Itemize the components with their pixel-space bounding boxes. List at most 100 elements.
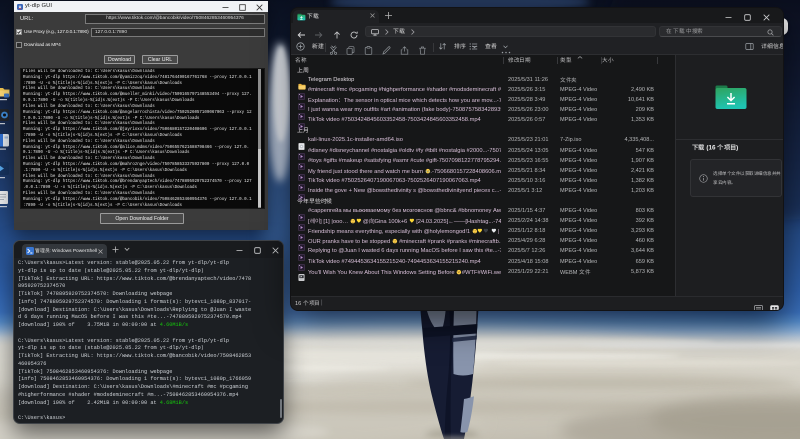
column-size[interactable]: [602, 57, 613, 64]
thumbnail-view-icon[interactable]: [770, 305, 779, 311]
ytdlp-titlebar[interactable]: yt-dlp GUI: [14, 1, 268, 12]
file-size: 5,873 KB: [596, 269, 654, 275]
file-row[interactable]: Telegram Desktop2025/5/31 11:26: [291, 75, 675, 85]
explorer-tab-downloads[interactable]: [293, 10, 379, 24]
file-type: MPEG-4 Video: [560, 107, 600, 113]
file-row[interactable]: kali-linux-2025.1c-installer-amd64.iso20…: [291, 136, 675, 146]
url-input[interactable]: https://www.tiktok.com/@bancobik/video/7…: [85, 14, 265, 24]
column-date[interactable]: [508, 57, 530, 64]
terminal-line: [download] Destination: C:\Users\kasus\D…: [18, 384, 279, 392]
file-size: 460 KB: [596, 238, 654, 244]
maximize-icon[interactable]: [249, 241, 265, 257]
maximize-icon[interactable]: [738, 8, 756, 22]
file-row[interactable]: TikTok video #7502526407190067063-750252…: [291, 176, 675, 186]
desktop-icon[interactable]: [0, 85, 13, 106]
mp4-checkbox[interactable]: [16, 42, 22, 48]
terminal-line: [TikTok] Extracting URL: https://www.tik…: [18, 276, 279, 284]
file-row[interactable]: You'll Wish You Knew About This Windows …: [291, 267, 675, 277]
close-icon[interactable]: [251, 1, 268, 12]
copy-button[interactable]: [346, 42, 355, 52]
desktop-icon[interactable]: [0, 191, 13, 214]
file-date: 2025/5/24 13:05: [508, 148, 557, 154]
proxy-checkbox[interactable]: [16, 29, 22, 35]
terminal-output[interactable]: C:\Users\kasus>Latest version: stable@20…: [18, 260, 279, 421]
view-button-label: [485, 43, 497, 50]
desktop-icon[interactable]: [0, 134, 13, 157]
file-row[interactable]: I just wanna wear my outfits #art #anima…: [291, 105, 675, 115]
file-row[interactable]: Replying to @Juan I wasted 6 days runnin…: [291, 247, 675, 257]
up-icon[interactable]: [331, 26, 342, 37]
terminal-line: [download] Destination: C:\Users\kasus\D…: [18, 307, 279, 315]
desktop-icon[interactable]: [0, 109, 13, 131]
paste-icon: [364, 46, 373, 55]
file-row[interactable]: OUR pranks have to be stopped #minecraft…: [291, 237, 675, 247]
file-size: 1,382 KB: [596, 178, 654, 184]
log-scrollbar[interactable]: [258, 69, 262, 208]
file-row[interactable]: TikTok video #7494453634155215240-749445…: [291, 257, 675, 267]
file-row[interactable]: #toys #gifts #makeup #satisfying #asmr #…: [291, 156, 675, 166]
downloads-folder-icon: [297, 13, 306, 21]
search-box[interactable]: [659, 26, 782, 37]
file-row[interactable]: My friend just stood there and watch me …: [291, 166, 675, 176]
rename-button[interactable]: [382, 42, 391, 52]
file-name: #minecraft #mc #pcgaming #highperformanc…: [308, 87, 501, 93]
minimize-icon[interactable]: [217, 1, 234, 12]
file-row[interactable]: Inside the gove + New @bowsthedivinity s…: [291, 186, 675, 196]
file-name: I just wanna wear my outfits #art #anima…: [308, 107, 501, 113]
details-pane-button[interactable]: [745, 42, 784, 52]
chevron-right-icon[interactable]: [410, 28, 416, 36]
column-name[interactable]: [295, 57, 306, 64]
file-explorer-window: Telegram Desktop2025/5/31 11:26 #minecraf…: [290, 7, 784, 311]
file-row[interactable]: TikTok video #7503424845603352458-750342…: [291, 115, 675, 125]
file-row[interactable]: [] [1] |ооо… @Gina 100k+6 [24.03.2025]←—…: [291, 216, 675, 226]
file-row[interactable]: #minecraft #mc #pcgaming #highperformanc…: [291, 85, 675, 95]
file-row[interactable]: Friendship means everything, especially …: [291, 227, 675, 237]
file-row[interactable]: ExplanationThe sensor in optical mice wh…: [291, 95, 675, 105]
back-icon[interactable]: [296, 26, 307, 37]
file-name: #toys #gifts #makeup #satisfying #asmr #…: [308, 158, 501, 164]
column-type[interactable]: [560, 57, 571, 64]
minimize-icon[interactable]: [231, 241, 247, 257]
download-button[interactable]: Download: [104, 55, 135, 65]
tab-close-icon[interactable]: [370, 13, 375, 18]
group-header[interactable]: [291, 126, 675, 136]
forward-icon[interactable]: [313, 26, 324, 37]
minimize-icon[interactable]: [719, 8, 737, 22]
maximize-icon[interactable]: [234, 1, 251, 12]
group-header[interactable]: [291, 196, 675, 206]
proxy-input[interactable]: 127.0.0.1:7890: [91, 28, 265, 38]
terminal-titlebar[interactable]: : Windows PowerShell: [14, 241, 283, 258]
close-icon[interactable]: [757, 8, 775, 22]
file-row[interactable]: #disney #disneychannel #nostalgia #oldtv…: [291, 146, 675, 156]
new-plus-icon: [296, 42, 305, 51]
breadcrumb-bar[interactable]: [365, 26, 656, 37]
share-button[interactable]: [400, 42, 409, 52]
new-tab-icon[interactable]: [384, 11, 393, 20]
terminal-tab[interactable]: : Windows PowerShell: [22, 244, 107, 259]
group-header[interactable]: [291, 65, 675, 75]
tab-close-icon[interactable]: [98, 249, 103, 254]
close-icon[interactable]: [267, 241, 283, 257]
download-log[interactable]: Files will be downloaded to: C:\Users\ka…: [20, 68, 265, 209]
view-mode-toggles[interactable]: [754, 300, 779, 311]
delete-button[interactable]: [418, 42, 427, 52]
tab-dropdown-icon[interactable]: [122, 244, 132, 256]
new-tab-icon[interactable]: [110, 244, 120, 257]
sort-button-label: [454, 43, 466, 50]
file-size: 803 KB: [596, 208, 654, 214]
terminal-scrollbar[interactable]: [280, 399, 282, 418]
open-download-folder-button[interactable]: Open Download Folder: [100, 213, 184, 224]
breadcrumb-downloads[interactable]: [393, 28, 405, 35]
more-button[interactable]: [501, 43, 511, 53]
desktop-icon[interactable]: [0, 162, 13, 185]
clear-url-button[interactable]: Clear URL: [142, 55, 178, 65]
share-icon: [400, 46, 409, 55]
cut-button[interactable]: [329, 42, 338, 52]
monitor-icon: [371, 29, 379, 36]
details-view-icon[interactable]: [754, 305, 763, 311]
refresh-icon[interactable]: [348, 26, 359, 37]
file-row[interactable]: #саррепгейа мы выживаемому без мозговсно…: [291, 206, 675, 216]
details-pane: (16 ): [675, 55, 783, 296]
paste-button[interactable]: [364, 42, 373, 52]
explorer-navbar: [291, 23, 783, 39]
